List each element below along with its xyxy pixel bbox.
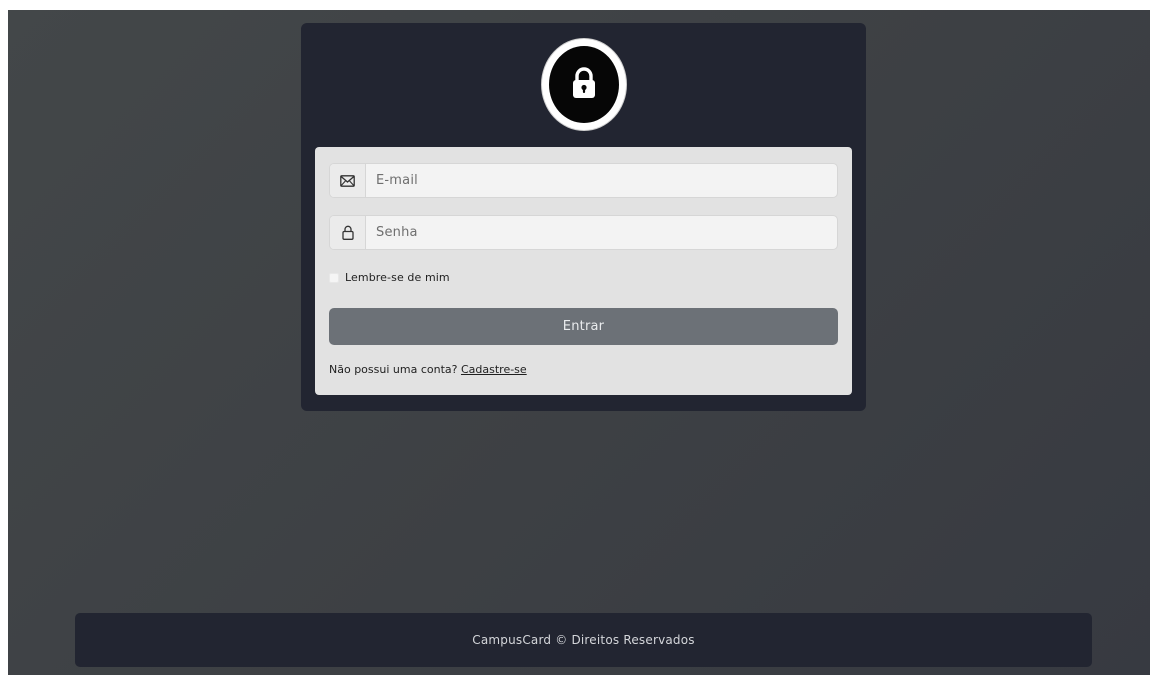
envelope-icon: [330, 164, 366, 197]
signup-prompt-line: Não possui uma conta? Cadastre-se: [329, 363, 527, 376]
email-field[interactable]: [366, 164, 837, 197]
page-background: Lembre-se de mim Entrar Não possui uma c…: [8, 10, 1150, 675]
remember-me-checkbox[interactable]: [329, 272, 339, 283]
password-field[interactable]: [366, 216, 837, 249]
lock-icon: [573, 67, 595, 98]
avatar-circle: [549, 46, 619, 123]
login-form: Lembre-se de mim Entrar Não possui uma c…: [315, 147, 852, 395]
remember-me: Lembre-se de mim: [329, 271, 450, 284]
login-card: Lembre-se de mim Entrar Não possui uma c…: [301, 23, 866, 411]
password-input-group: [329, 215, 838, 250]
footer: CampusCard © Direitos Reservados: [75, 613, 1092, 667]
signup-link[interactable]: Cadastre-se: [461, 363, 527, 376]
email-input-group: [329, 163, 838, 198]
remember-me-label: Lembre-se de mim: [345, 271, 450, 284]
footer-text: CampusCard © Direitos Reservados: [472, 633, 695, 647]
login-button[interactable]: Entrar: [329, 308, 838, 345]
avatar: [541, 38, 627, 131]
lock-icon: [330, 216, 366, 249]
signup-prompt: Não possui uma conta?: [329, 363, 458, 376]
